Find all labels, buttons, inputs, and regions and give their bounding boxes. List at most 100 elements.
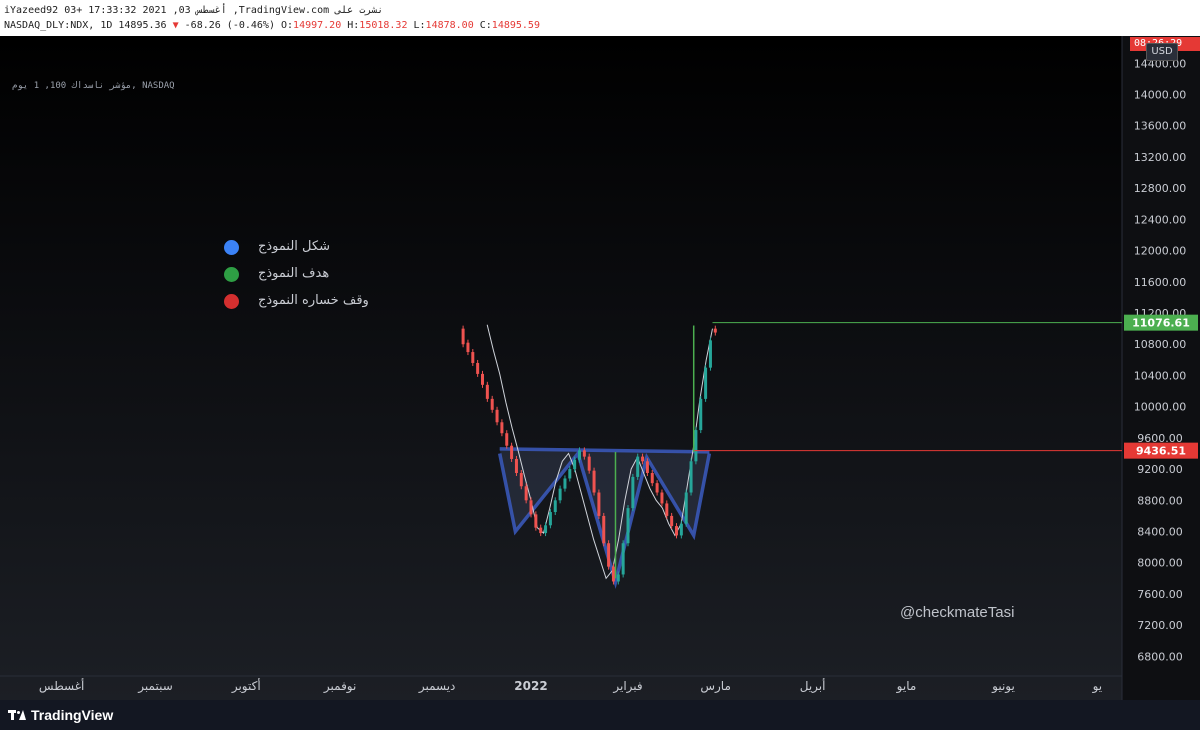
x-tick-label: يو <box>1092 679 1103 694</box>
down-arrow-icon: ▼ <box>172 20 179 31</box>
candle-body <box>699 398 703 431</box>
y-tick-label: 13600.00 <box>1134 120 1187 133</box>
y-tick-label: 9200.00 <box>1137 463 1183 476</box>
low-value: 14878.00 <box>425 20 474 31</box>
open-value: 14997.20 <box>293 20 342 31</box>
x-tick-label: نوفمبر <box>323 679 356 694</box>
candle-body <box>461 328 465 345</box>
y-tick-label: 10400.00 <box>1134 369 1187 382</box>
high-label: H: <box>347 20 360 31</box>
candle-body <box>631 476 635 509</box>
x-tick-label: فبراير <box>612 679 642 694</box>
x-tick-label: أغسطس <box>39 678 84 694</box>
candle-body <box>597 492 601 516</box>
candle-body <box>621 543 625 575</box>
legend-label: شكل النموذج <box>258 239 330 254</box>
candle-body <box>548 512 552 526</box>
y-tick-label: 12000.00 <box>1134 245 1187 258</box>
candle-body <box>655 483 659 493</box>
candle-body <box>534 514 538 528</box>
currency-button[interactable]: USD <box>1146 43 1178 61</box>
high-value: 15018.32 <box>359 20 408 31</box>
candle-body <box>679 523 683 536</box>
candle-body <box>568 469 572 479</box>
candle-body <box>573 459 577 470</box>
x-tick-label: 2022 <box>514 679 547 693</box>
candle-body <box>490 398 494 410</box>
y-tick-label: 12800.00 <box>1134 182 1187 195</box>
candle-body <box>481 373 484 385</box>
candle-body <box>466 342 470 353</box>
candle-body <box>704 367 708 399</box>
legend-dot-blue <box>224 240 239 255</box>
y-tick-label: 14000.00 <box>1134 89 1187 102</box>
candle-body <box>519 473 523 487</box>
candle-body <box>689 461 693 493</box>
candle-body <box>578 450 581 460</box>
candle-body <box>602 515 606 544</box>
candle-body <box>563 478 567 489</box>
close-value: 14895.59 <box>491 20 540 31</box>
change-value: -68.26 (-0.46%) <box>184 20 275 31</box>
candle-body <box>510 445 514 459</box>
y-tick-label: 13200.00 <box>1134 151 1187 164</box>
x-tick-label: مايو <box>896 679 917 694</box>
stop-price-label: 9436.51 <box>1136 445 1186 458</box>
close-label: C: <box>479 20 492 31</box>
tradingview-logo[interactable]: TradingView <box>8 707 113 723</box>
candle-body <box>505 433 509 446</box>
candle-body <box>675 526 678 536</box>
candle-body <box>626 508 630 544</box>
y-tick-label: 8400.00 <box>1137 526 1183 539</box>
candle-body <box>645 461 649 474</box>
x-tick-label: سبتمبر <box>137 679 172 694</box>
publish-info: iYazeed92 03+ 17:33:32 2021 ,03 أغسطس ,T… <box>4 5 384 16</box>
candle-body <box>500 422 504 434</box>
candle-body <box>708 340 712 368</box>
symbol-label: NASDAQ_DLY:NDX, 1D 14895.36 <box>4 20 167 31</box>
y-tick-label: 7600.00 <box>1137 588 1183 601</box>
brand-name: TradingView <box>31 707 114 723</box>
candle-body <box>607 543 611 567</box>
ohlc-info: NASDAQ_DLY:NDX, 1D 14895.36 ▼ -68.26 (-0… <box>4 20 540 31</box>
candle-body <box>713 328 717 333</box>
price-chart[interactable]: 6800.00 7200.00 7600.00 8000.00 8400.00 8800.… <box>0 36 1200 700</box>
candle-body <box>485 384 489 399</box>
target-price-label: 11076.61 <box>1132 317 1190 330</box>
candle-body <box>670 515 674 527</box>
candle-body <box>616 574 620 582</box>
x-tick-label: أكتوبر <box>231 678 261 694</box>
candle-body <box>611 566 615 582</box>
legend-dot-red <box>224 294 239 309</box>
candle-body <box>650 473 654 484</box>
y-tick-label: 11600.00 <box>1134 276 1187 289</box>
legend-label: وقف خساره النموذج <box>258 293 369 308</box>
candle-body <box>665 503 669 516</box>
low-label: L: <box>413 20 426 31</box>
candle-body <box>636 456 640 477</box>
y-tick-label: 8800.00 <box>1137 494 1183 507</box>
open-label: O: <box>281 20 294 31</box>
x-tick-label: مارس <box>700 679 731 694</box>
tradingview-icon <box>8 708 26 722</box>
x-tick-label: ديسمبر <box>418 679 456 694</box>
candle-body <box>544 525 548 534</box>
candle-body <box>514 458 518 474</box>
y-tick-label: 12400.00 <box>1134 213 1187 226</box>
candle-body <box>524 486 528 501</box>
candle-body <box>471 352 475 363</box>
candle-body <box>641 456 645 462</box>
y-tick-label: 6800.00 <box>1137 650 1183 663</box>
candle-body <box>529 500 533 515</box>
y-tick-label: 7200.00 <box>1137 619 1183 632</box>
footer: TradingView <box>0 700 1200 730</box>
y-tick-label: 8000.00 <box>1137 557 1183 570</box>
y-tick-label: 10000.00 <box>1134 401 1187 414</box>
candle-body <box>592 470 596 493</box>
chart-area[interactable]: 6800.00 7200.00 7600.00 8000.00 8400.00 8800.… <box>0 36 1200 700</box>
candle-body <box>495 409 499 423</box>
candle-body <box>476 362 480 374</box>
chart-header: iYazeed92 03+ 17:33:32 2021 ,03 أغسطس ,T… <box>0 0 1200 36</box>
candle-body <box>694 430 698 462</box>
y-tick-label: 10800.00 <box>1134 338 1187 351</box>
